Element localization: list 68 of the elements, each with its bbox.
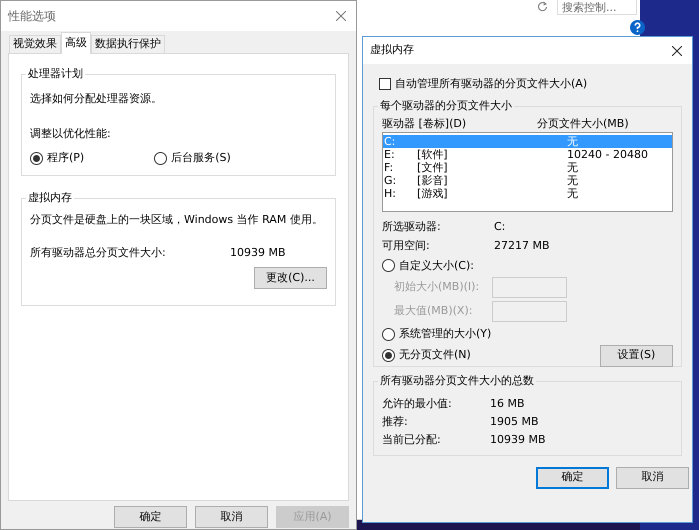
group-title: 虚拟内存 (26, 191, 74, 205)
list-row[interactable]: F: [文件] 无 (383, 160, 672, 174)
total-label: 允许的最小值: (382, 396, 453, 412)
radio-button[interactable] (382, 349, 395, 362)
field-label: 最大值(MB)(X): (394, 303, 474, 320)
dialog-button[interactable]: 更改(C)... (254, 267, 327, 289)
checkbox[interactable] (379, 78, 391, 90)
column-header: 驱动器 [卷标](D) (382, 116, 468, 128)
tab[interactable]: 数据执行保护 (91, 35, 165, 53)
tab[interactable]: 视觉效果 (9, 35, 61, 53)
drive-label: [影音] (417, 174, 449, 186)
list-row[interactable]: H: [游戏] 无 (383, 186, 672, 200)
radio-label: 系统管理的大小(Y) (399, 326, 492, 342)
drive-size: 无 (567, 186, 578, 200)
total-label: 推荐: (382, 414, 409, 430)
radio-label: 后台服务(S) (171, 150, 231, 166)
search-field[interactable]: 搜索控制... (557, 0, 637, 15)
group-title: 每个驱动器的分页文件大小 (378, 98, 514, 112)
total-label: 所有驱动器总分页文件大小: (30, 244, 167, 260)
drive-letter: H: (384, 186, 397, 200)
checkbox-label: 自动管理所有驱动器的分页文件大小(A) (395, 76, 588, 92)
dialog-button[interactable]: 确定 (536, 466, 609, 488)
window-title: 虚拟内存 (370, 42, 414, 58)
dialog-button[interactable]: 取消 (195, 506, 268, 528)
dialog-button[interactable]: 取消 (616, 466, 689, 488)
dialog-button[interactable]: 确定 (114, 506, 187, 528)
window-title: 性能选项 (8, 8, 56, 25)
drive-label: [文件] (417, 160, 449, 174)
drive-size: 无 (567, 160, 578, 174)
drive-letter: G: (384, 174, 398, 186)
column-header: 分页文件大小(MB) (537, 116, 629, 128)
radio-label: 无分页文件(N) (399, 347, 471, 364)
radio-button[interactable] (382, 328, 395, 341)
drive-size: 10240 - 20480 (567, 148, 648, 160)
info-value: C: (494, 218, 506, 234)
refresh-icon[interactable] (537, 1, 548, 12)
drive-size: 无 (567, 134, 578, 148)
close-icon[interactable] (672, 46, 682, 56)
list-row[interactable]: G: [影音] 无 (383, 174, 672, 186)
field-label: 初始大小(MB)(I): (394, 279, 480, 296)
drive-label: [软件] (417, 148, 449, 160)
radio-label: 自定义大小(C): (399, 258, 474, 274)
tab[interactable]: 高级 (61, 32, 91, 54)
info-value: 27217 MB (494, 238, 550, 254)
total-value: 16 MB (490, 396, 525, 412)
help-icon[interactable] (630, 20, 645, 35)
radio-button[interactable] (30, 152, 43, 165)
dialog-button[interactable]: 设置(S) (600, 344, 673, 366)
radio-button[interactable] (382, 259, 395, 272)
info-label: 可用空间: (382, 238, 431, 254)
description-text: 选择如何分配处理器资源。 (30, 91, 163, 107)
radio-button[interactable] (154, 152, 168, 165)
total-value: 10939 MB (490, 432, 546, 448)
group-title: 所有驱动器分页文件大小的总数 (378, 374, 536, 388)
group-title: 处理器计划 (26, 67, 85, 81)
drive-letter: E: (384, 148, 396, 160)
info-label: 所选驱动器: (382, 218, 442, 234)
total-value: 10939 MB (230, 244, 286, 260)
list-row[interactable]: E: [软件] 10240 - 20480 (383, 148, 672, 160)
adjust-label: 调整以优化性能: (30, 126, 112, 142)
description-text: 分页文件是硬盘上的一块区域，Windows 当作 RAM 使用。 (30, 212, 324, 228)
drive-size: 无 (567, 174, 578, 186)
total-label: 当前已分配: (382, 432, 442, 448)
radio-label: 程序(P) (47, 150, 84, 166)
drive-letter: F: (384, 160, 394, 174)
drive-label: [游戏] (417, 186, 449, 200)
drive-letter: C: (384, 134, 396, 148)
total-value: 1905 MB (490, 414, 539, 430)
